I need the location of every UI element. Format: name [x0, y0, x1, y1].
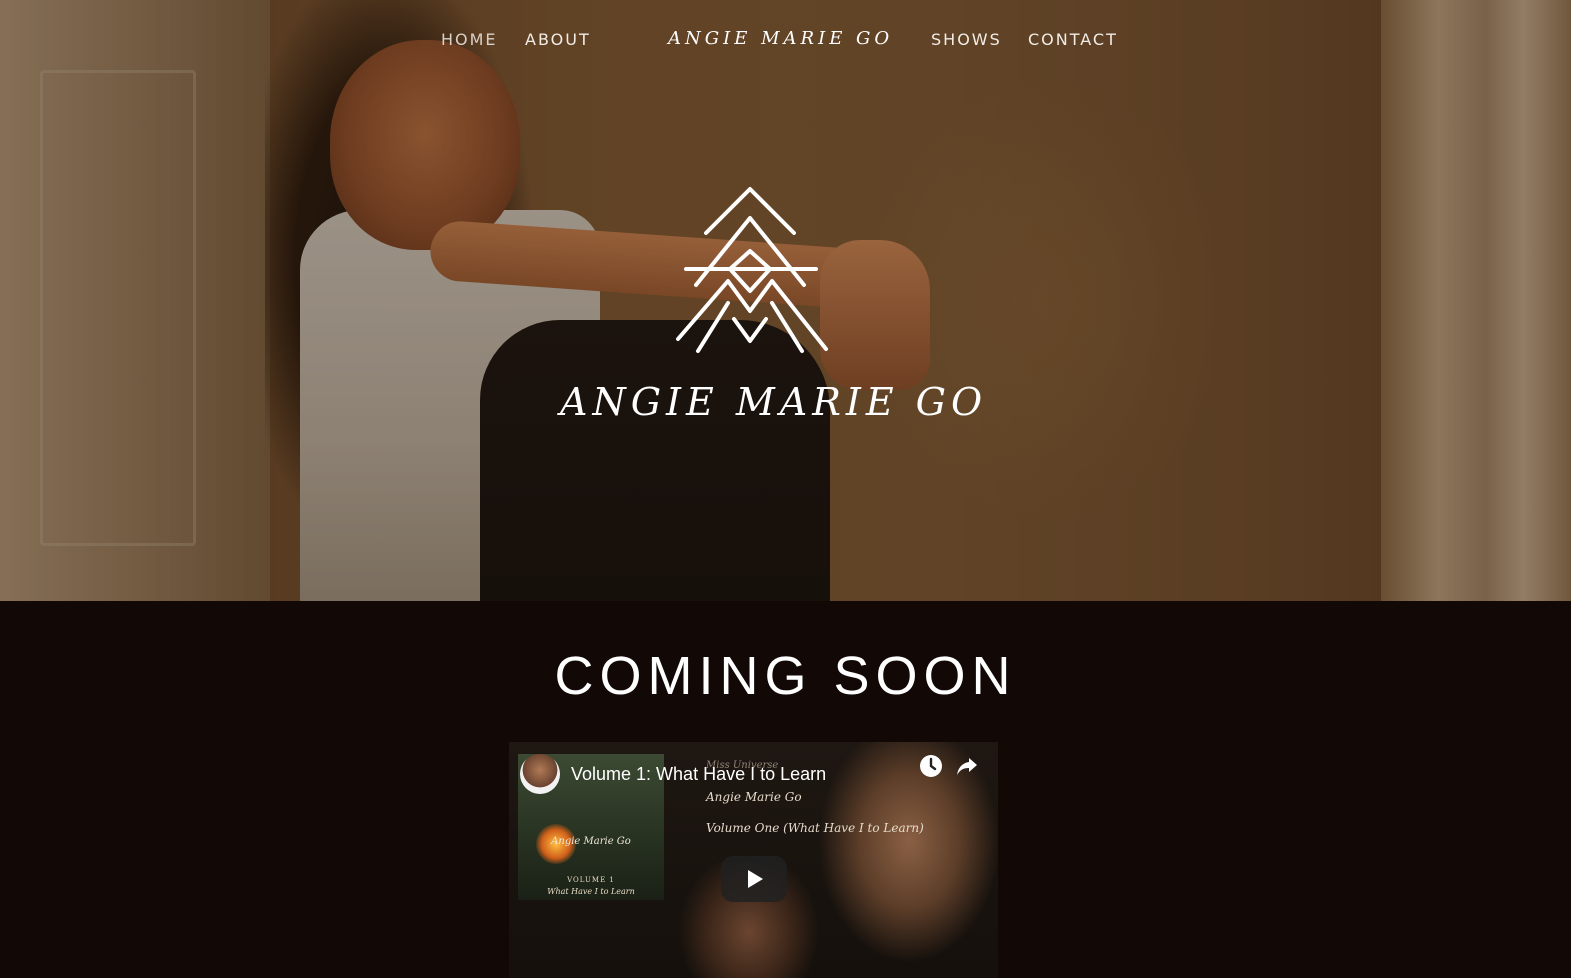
am-triangle-monogram-icon: [676, 187, 828, 353]
nav-brand-link[interactable]: ANGIE MARIE GO: [668, 28, 893, 49]
channel-avatar[interactable]: [520, 754, 560, 794]
thumbnail-subtitle: What Have I to Learn: [547, 887, 635, 896]
watch-later-icon[interactable]: [919, 754, 943, 778]
play-button[interactable]: [721, 856, 787, 902]
thumbnail-artist: Angie Marie Go: [551, 836, 631, 847]
video-overlay-text: Miss Universe: [706, 760, 779, 771]
video-overlay-artist: Angie Marie Go: [706, 790, 802, 804]
nav-home-link[interactable]: HOME: [441, 30, 498, 49]
top-navigation: HOME ABOUT ANGIE MARIE GO SHOWS CONTACT: [0, 28, 1571, 60]
share-icon[interactable]: [955, 754, 979, 778]
hero-banner: HOME ABOUT ANGIE MARIE GO SHOWS CONTACT …: [0, 0, 1571, 601]
video-overlay-volume: Volume One (What Have I to Learn): [706, 821, 924, 835]
nav-shows-link[interactable]: SHOWS: [931, 30, 1002, 49]
thumbnail-volume: VOLUME 1: [567, 876, 615, 884]
play-icon: [748, 870, 763, 888]
nav-contact-link[interactable]: CONTACT: [1028, 30, 1118, 49]
video-embed[interactable]: Angie Marie Go VOLUME 1 What Have I to L…: [509, 742, 998, 978]
hero-title: ANGIE MARIE GO: [560, 380, 988, 424]
section-heading: COMING SOON: [554, 646, 1017, 706]
video-title[interactable]: Volume 1: What Have I to Learn: [571, 764, 826, 785]
nav-about-link[interactable]: ABOUT: [525, 30, 591, 49]
